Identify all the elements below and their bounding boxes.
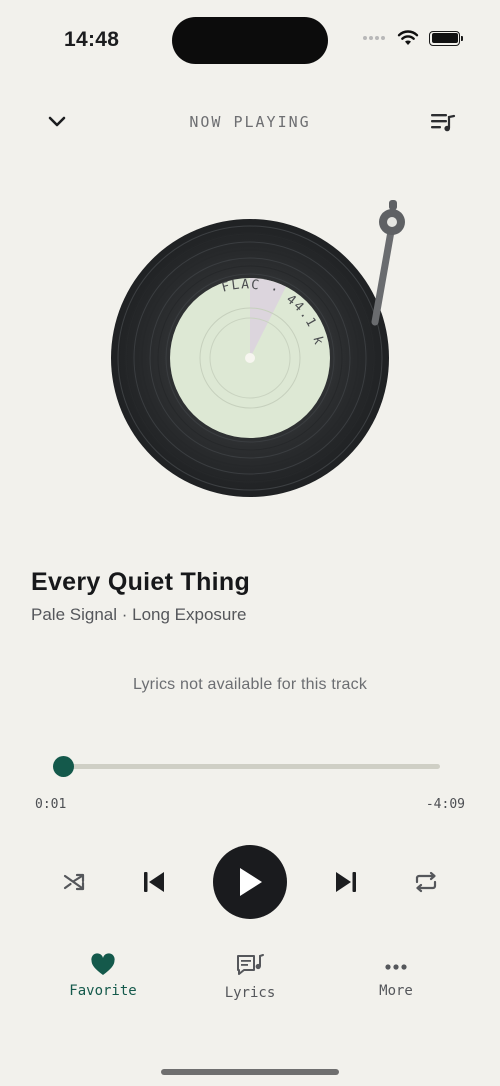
lyrics-unavailable-message: Lyrics not available for this track xyxy=(132,676,368,693)
tab-favorite-label: Favorite xyxy=(69,983,137,999)
tab-more[interactable]: More xyxy=(346,953,446,999)
heart-icon xyxy=(91,953,115,975)
wifi-icon xyxy=(397,30,419,45)
page-title: NOW PLAYING xyxy=(189,113,311,131)
tab-lyrics-label: Lyrics xyxy=(224,985,276,1001)
cellular-signal-icon xyxy=(363,36,385,40)
queue-button[interactable] xyxy=(426,105,460,139)
skip-next-icon xyxy=(336,872,356,892)
track-artist-album: Pale Signal · Long Exposure xyxy=(31,605,247,624)
tab-lyrics[interactable]: Lyrics xyxy=(200,953,300,1001)
track-title: Every Quiet Thing xyxy=(31,568,251,596)
tab-favorite[interactable]: Favorite xyxy=(53,953,153,999)
skip-previous-icon xyxy=(144,872,164,892)
shuffle-button[interactable] xyxy=(58,866,90,898)
next-button[interactable] xyxy=(328,864,364,900)
repeat-icon xyxy=(415,871,437,893)
status-time: 14:48 xyxy=(64,28,120,51)
battery-icon xyxy=(429,30,463,46)
progress-bar[interactable] xyxy=(62,764,440,769)
home-indicator xyxy=(161,1069,339,1075)
more-icon xyxy=(385,964,407,970)
playlist-icon xyxy=(431,114,456,132)
play-button[interactable] xyxy=(213,845,287,919)
play-icon xyxy=(240,868,262,896)
elapsed-time: 0:01 xyxy=(35,797,67,812)
previous-button[interactable] xyxy=(136,864,172,900)
dynamic-island xyxy=(172,17,328,64)
vinyl-disc: FLAC · 44.1 kHz xyxy=(95,179,420,510)
lyrics-icon xyxy=(237,954,264,975)
shuffle-icon xyxy=(63,873,85,891)
repeat-button[interactable] xyxy=(409,866,443,898)
tab-more-label: More xyxy=(379,983,413,999)
status-icons xyxy=(363,30,463,46)
remaining-time: -4:09 xyxy=(425,797,465,812)
progress-thumb[interactable] xyxy=(53,756,74,777)
